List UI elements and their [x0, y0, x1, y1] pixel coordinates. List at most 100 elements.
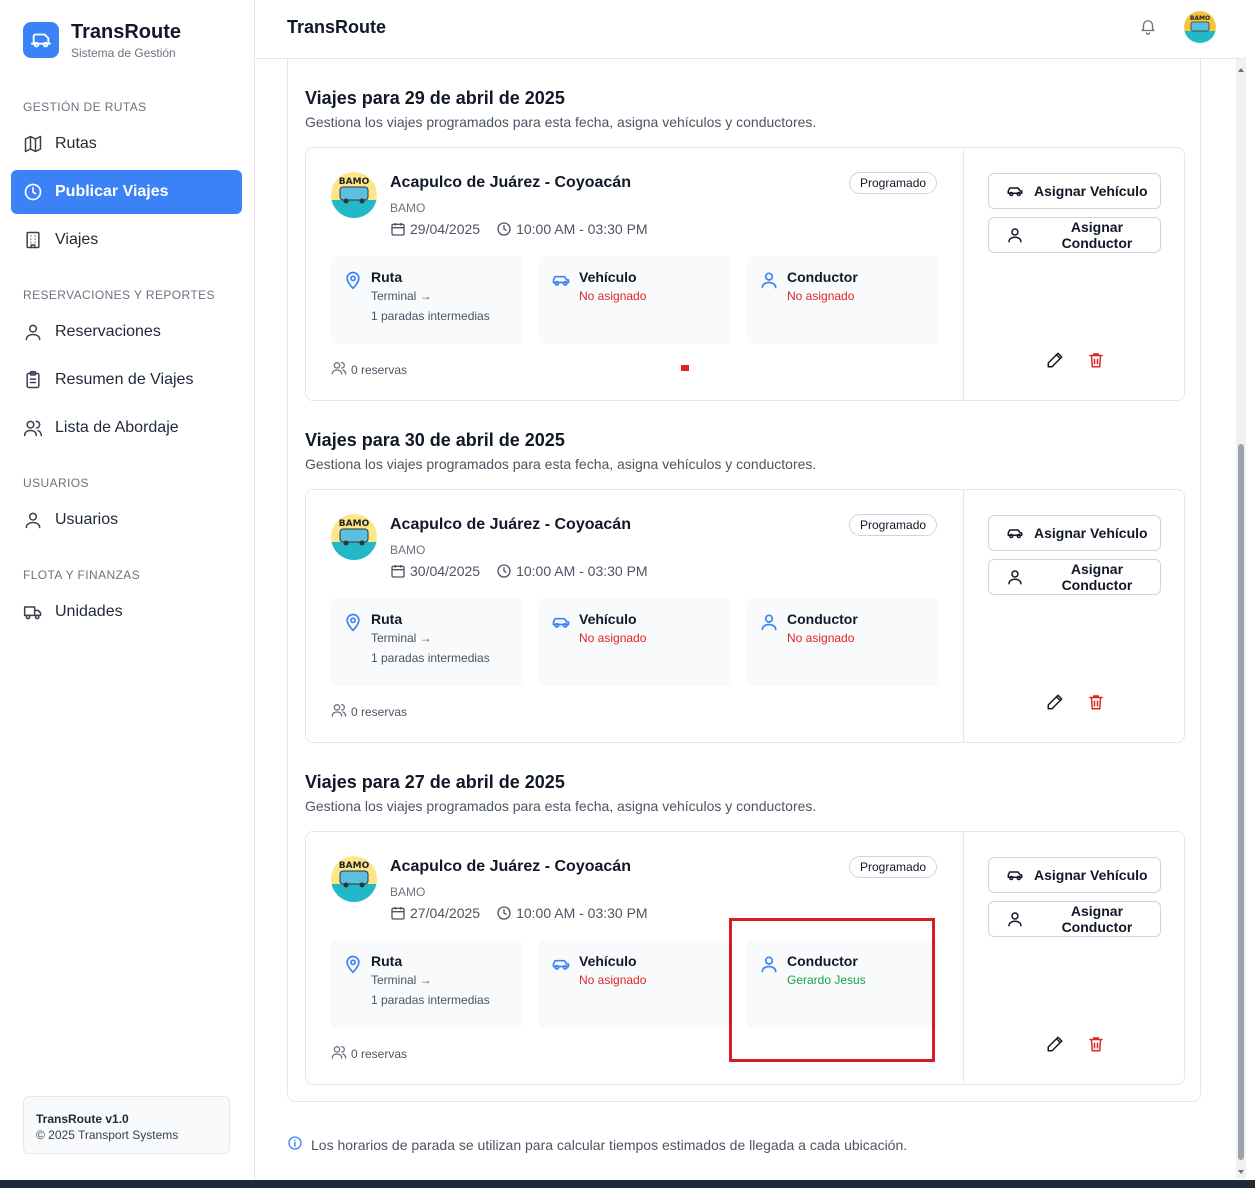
vehicle-label: Vehículo — [579, 953, 637, 969]
footer-note: Los horarios de parada se utilizan para … — [287, 1135, 907, 1154]
clock-icon — [496, 905, 512, 921]
trash-icon[interactable] — [1087, 693, 1105, 711]
assign-vehicle-label: Asignar Vehículo — [1034, 525, 1148, 541]
assign-driver-button[interactable]: Asignar Conductor — [988, 901, 1161, 937]
day-title: Viajes para 27 de abril de 2025 — [305, 772, 565, 792]
edit-icon[interactable] — [1046, 351, 1064, 369]
scroll-down-arrow-icon[interactable] — [1236, 1164, 1246, 1174]
sidebar-item-label: Resumen de Viajes — [55, 371, 194, 388]
trip-date: 29/04/2025 — [410, 221, 481, 237]
day-subtitle: Gestiona los viajes programados para est… — [305, 798, 817, 814]
route-label: Ruta — [371, 269, 403, 285]
assign-vehicle-label: Asignar Vehículo — [1034, 183, 1148, 199]
scrollbar-thumb[interactable] — [1238, 444, 1244, 1160]
sidebar-item-rutas[interactable]: Rutas — [11, 122, 242, 166]
trip-company: BAMO — [390, 543, 426, 557]
reservations-count: 0 reservas — [331, 702, 407, 721]
reservations-label: 0 reservas — [351, 362, 408, 377]
route-stops: 1 paradas intermedias — [371, 309, 490, 323]
brand[interactable]: TransRoute Sistema de Gestión — [23, 21, 182, 60]
calendar-icon — [390, 221, 406, 237]
edit-icon[interactable] — [1046, 1035, 1064, 1053]
vehicle-label: Vehículo — [579, 611, 637, 627]
brand-title: TransRoute — [71, 21, 182, 43]
user-icon — [1008, 912, 1022, 927]
version-info: TransRoute v1.0 © 2025 Transport Systems — [23, 1096, 230, 1154]
edit-icon[interactable] — [1046, 693, 1064, 711]
day-title: Viajes para 29 de abril de 2025 — [305, 88, 565, 108]
svg-text:BAMO: BAMO — [339, 177, 370, 187]
user-icon — [759, 612, 779, 632]
calendar-icon — [390, 563, 406, 579]
sidebar-item-resumen-viajes[interactable]: Resumen de Viajes — [11, 358, 242, 402]
trash-icon[interactable] — [1087, 351, 1105, 369]
trash-icon[interactable] — [1087, 1035, 1105, 1053]
day-section: Viajes para 30 de abril de 2025 Gestiona… — [305, 430, 1185, 472]
version-line: TransRoute v1.0 — [36, 1112, 129, 1126]
status-badge: Programado — [849, 856, 938, 878]
sidebar-item-reservaciones[interactable]: Reservaciones — [11, 310, 242, 354]
assign-vehicle-button[interactable]: Asignar Vehículo — [988, 173, 1161, 209]
route-stops: 1 paradas intermedias — [371, 651, 490, 665]
vehicle-value: No asignado — [579, 289, 647, 303]
assign-driver-button[interactable]: Asignar Conductor — [988, 559, 1161, 595]
section-title-flota: FLOTA Y FINANZAS — [23, 568, 141, 582]
info-icon — [287, 1135, 311, 1154]
car-icon — [1007, 529, 1023, 539]
assign-vehicle-label: Asignar Vehículo — [1034, 867, 1148, 883]
user-icon — [23, 510, 43, 530]
user-icon — [23, 322, 43, 342]
car-icon — [1007, 871, 1023, 881]
status-badge: Programado — [849, 514, 938, 536]
reservations-label: 0 reservas — [351, 1046, 408, 1061]
driver-value: No asignado — [787, 289, 855, 303]
vehicle-value: No asignado — [579, 973, 647, 987]
assign-vehicle-button[interactable]: Asignar Vehículo — [988, 515, 1161, 551]
trip-schedule: 30/04/2025 10:00 AM - 03:30 PM — [390, 563, 648, 579]
bus-logo-icon — [23, 22, 59, 58]
copyright-line: © 2025 Transport Systems — [36, 1128, 179, 1142]
section-title-usuarios: USUARIOS — [23, 476, 89, 490]
footer-note-text: Los horarios de parada se utilizan para … — [311, 1136, 908, 1153]
map-pin-icon — [343, 954, 363, 974]
map-pin-icon — [343, 612, 363, 632]
trip-company: BAMO — [390, 201, 426, 215]
company-logo-icon: BAMO — [331, 856, 377, 902]
sidebar-item-publicar-viajes[interactable]: Publicar Viajes — [11, 170, 242, 214]
trip-route-title: Acapulco de Juárez - Coyoacán — [390, 858, 631, 875]
driver-label: Conductor — [787, 269, 858, 285]
section-title-reservaciones: RESERVACIONES Y REPORTES — [23, 288, 215, 302]
calendar-icon — [390, 905, 406, 921]
avatar[interactable]: BAMO — [1184, 11, 1216, 43]
sidebar-item-label: Unidades — [55, 603, 123, 620]
sidebar-item-usuarios[interactable]: Usuarios — [11, 498, 242, 542]
trip-time: 10:00 AM - 03:30 PM — [516, 221, 648, 237]
vehicle-label: Vehículo — [579, 269, 637, 285]
sidebar-item-label: Reservaciones — [55, 323, 161, 340]
scroll-up-arrow-icon[interactable] — [1236, 62, 1246, 72]
sidebar-item-unidades[interactable]: Unidades — [11, 590, 242, 634]
reservations-label: 0 reservas — [351, 704, 408, 719]
sidebar: TransRoute Sistema de Gestión GESTIÓN DE… — [0, 0, 255, 1188]
clock-icon — [496, 563, 512, 579]
sidebar-item-label: Rutas — [55, 135, 97, 152]
sidebar-item-viajes[interactable]: Viajes — [11, 218, 242, 262]
user-icon — [759, 270, 779, 290]
trip-schedule: 29/04/2025 10:00 AM - 03:30 PM — [390, 221, 648, 237]
route-label: Ruta — [371, 611, 403, 627]
assign-driver-label: Asignar Conductor — [1061, 219, 1133, 251]
bell-icon[interactable] — [1139, 16, 1157, 36]
assign-vehicle-button[interactable]: Asignar Vehículo — [988, 857, 1161, 893]
company-logo-icon: BAMO — [331, 172, 377, 218]
route-info-box: Ruta Terminal → 1 paradas intermedias — [331, 598, 523, 686]
sidebar-item-lista-abordaje[interactable]: Lista de Abordaje — [11, 406, 242, 450]
day-subtitle: Gestiona los viajes programados para est… — [305, 114, 817, 130]
sidebar-item-label: Usuarios — [55, 511, 119, 528]
route-info-box: Ruta Terminal → 1 paradas intermedias — [331, 256, 523, 344]
sidebar-item-label: Viajes — [55, 231, 99, 248]
car-icon — [551, 612, 571, 632]
assign-driver-button[interactable]: Asignar Conductor — [988, 217, 1161, 253]
driver-value: No asignado — [787, 631, 855, 645]
driver-info-box: Conductor No asignado — [747, 256, 939, 344]
trip-card: BAMO Acapulco de Juárez - Coyoacán BAMO … — [305, 147, 1185, 401]
